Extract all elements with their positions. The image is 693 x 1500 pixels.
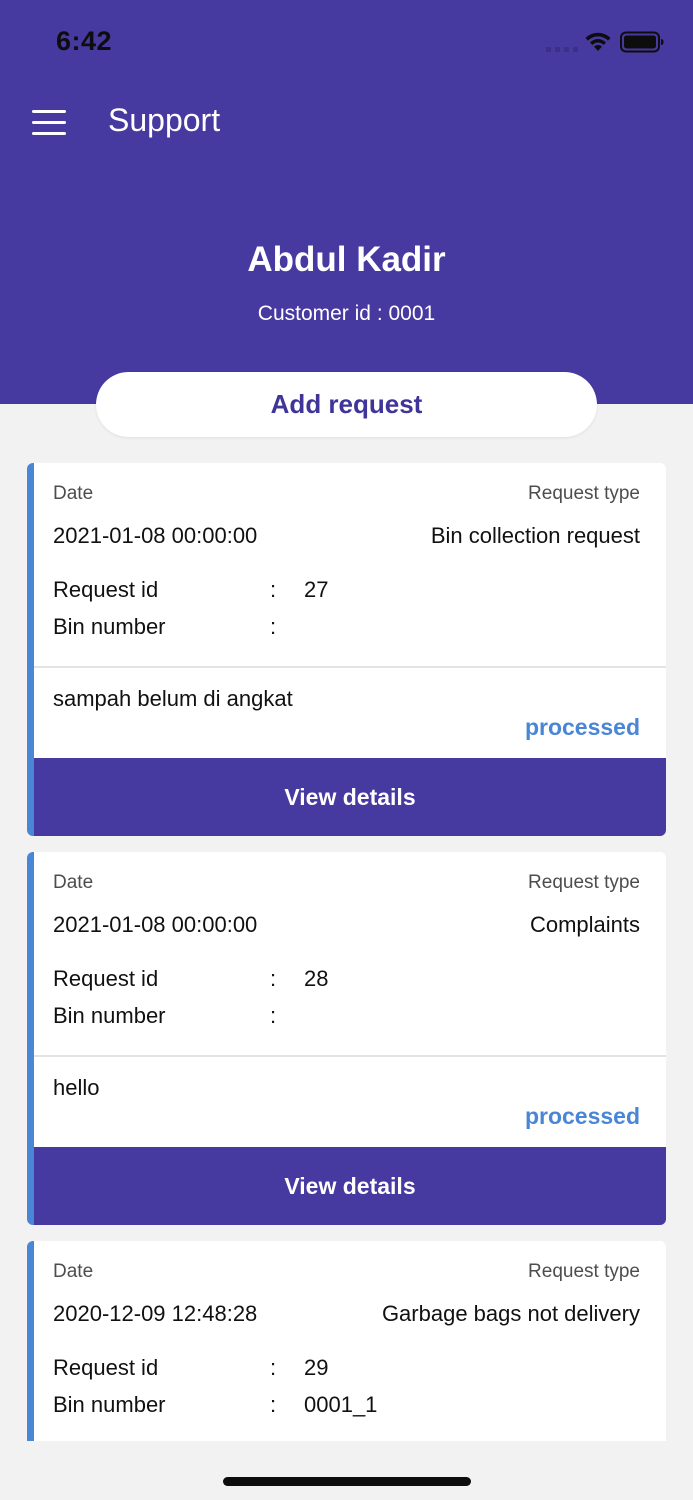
support-screen: 6:42 Support Abdul Kadir Customer id: 0…	[0, 0, 693, 1500]
bin-number-label: Bin number	[53, 1003, 166, 1028]
request-type-value: Complaints	[529, 912, 640, 937]
request-card-description: sampah belum di angkat processed	[34, 668, 666, 758]
colon: :	[270, 614, 277, 639]
colon: :	[270, 1355, 277, 1380]
status-bar: 6:42	[0, 0, 693, 84]
request-id-label: Request id	[53, 966, 159, 991]
date-label: Date	[53, 1261, 94, 1282]
request-id-value: 29	[304, 1355, 329, 1380]
request-card-description: hello processed	[34, 1057, 666, 1147]
status-badge: processed	[524, 1103, 640, 1129]
bottom-safe-area	[0, 1441, 693, 1500]
app-bar: Support	[0, 90, 693, 154]
request-card: Date Request type 2021-01-08 00:00:00 Co…	[27, 852, 666, 1225]
bin-number-label: Bin number	[53, 1392, 166, 1417]
colon: :	[270, 1392, 277, 1417]
colon: :	[270, 577, 277, 602]
view-details-button[interactable]: View details	[34, 1147, 666, 1225]
request-id-value: 27	[304, 577, 329, 602]
status-badge: processed	[524, 714, 640, 740]
date-value: 2021-01-08 00:00:00	[53, 912, 258, 937]
request-card-info: Date Request type 2021-01-08 00:00:00 Co…	[34, 852, 666, 1055]
add-request-button[interactable]: Add request	[96, 372, 597, 437]
request-type-label: Request type	[528, 872, 640, 893]
request-description: hello	[53, 1075, 100, 1100]
home-indicator[interactable]	[223, 1477, 471, 1486]
bin-number-value: 0001_1	[304, 1392, 378, 1417]
battery-icon	[620, 31, 664, 53]
colon: :	[270, 966, 277, 991]
wifi-icon	[584, 30, 612, 52]
signal-dots-icon	[546, 44, 578, 52]
colon: :	[270, 1003, 277, 1028]
header: 6:42 Support Abdul Kadir Customer id: 0…	[0, 0, 693, 404]
status-time: 6:42	[56, 26, 113, 56]
request-card-info: Date Request type 2021-01-08 00:00:00 Bi…	[34, 463, 666, 666]
request-card: Date Request type 2021-01-08 00:00:00 Bi…	[27, 463, 666, 836]
date-label: Date	[53, 483, 94, 504]
view-details-button[interactable]: View details	[34, 758, 666, 836]
request-type-label: Request type	[528, 1261, 640, 1282]
date-value: 2021-01-08 00:00:00	[53, 523, 258, 548]
date-value: 2020-12-09 12:48:28	[53, 1301, 258, 1326]
request-description: sampah belum di angkat	[53, 686, 293, 711]
page-title: Support	[108, 102, 221, 138]
request-type-value: Garbage bags not delivery	[381, 1301, 640, 1326]
request-type-value: Bin collection request	[430, 523, 640, 548]
date-label: Date	[53, 872, 94, 893]
user-name: Abdul Kadir	[247, 240, 446, 279]
customer-id: Customer id : 0001	[257, 302, 436, 325]
request-id-label: Request id	[53, 577, 159, 602]
bin-number-label: Bin number	[53, 614, 166, 639]
request-card-info: Date Request type 2020-12-09 12:48:28 Ga…	[34, 1241, 666, 1444]
request-type-label: Request type	[528, 483, 640, 504]
hamburger-menu-icon[interactable]	[32, 108, 68, 136]
request-id-label: Request id	[53, 1355, 159, 1380]
request-id-value: 28	[304, 966, 329, 991]
